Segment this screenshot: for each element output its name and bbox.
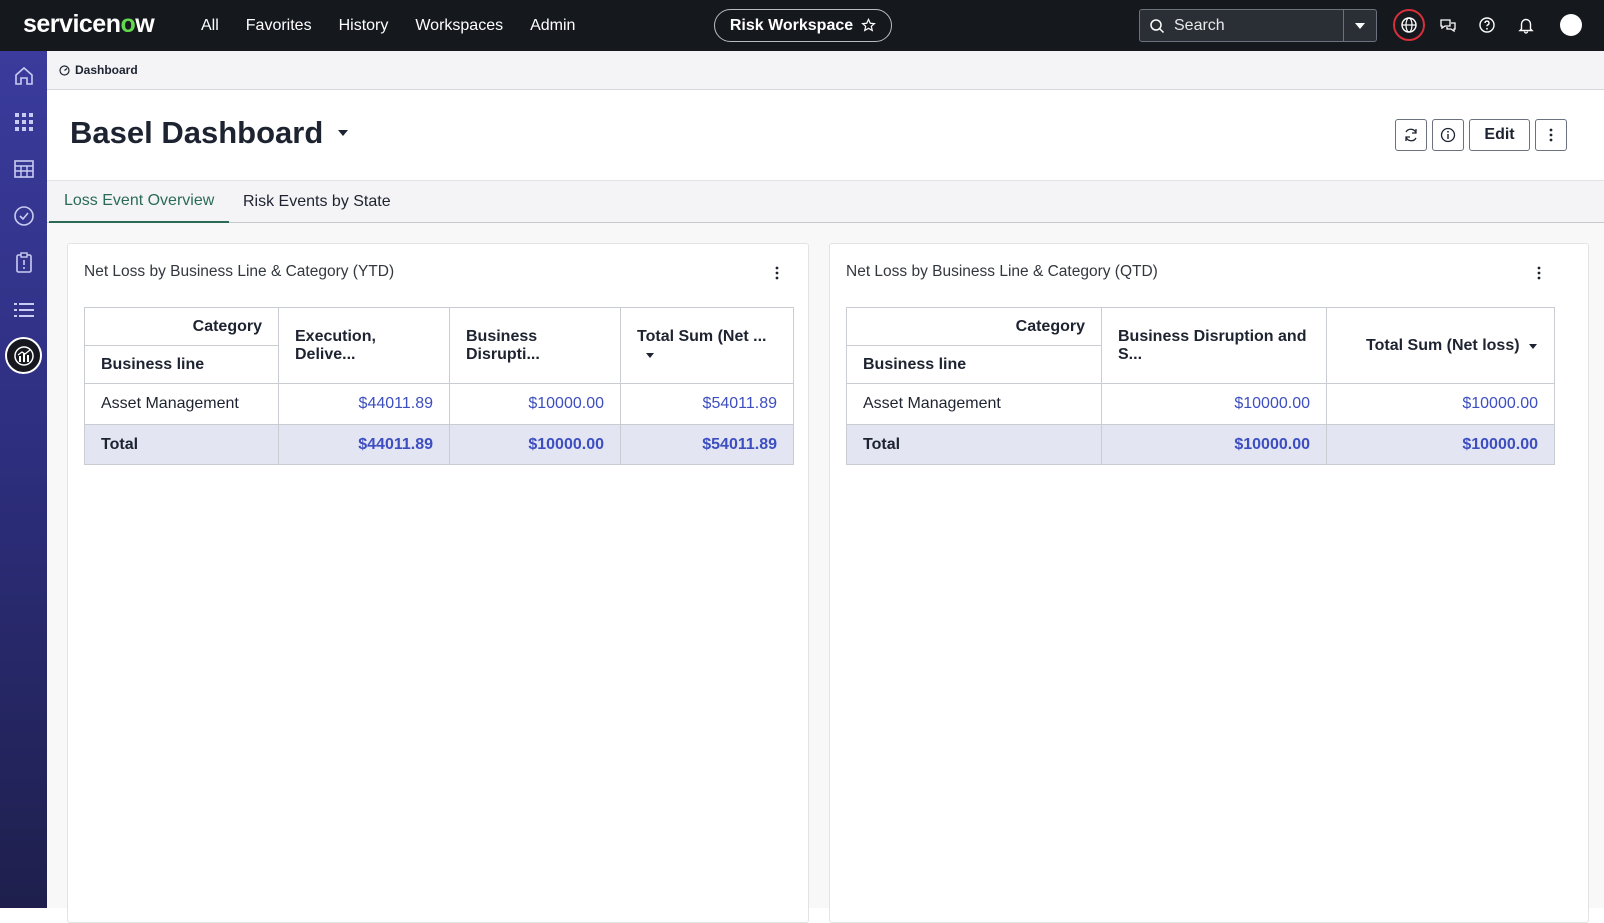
- edit-button[interactable]: Edit: [1469, 119, 1530, 151]
- row-label: Asset Management: [846, 383, 1102, 425]
- dashboard-icon: [59, 64, 70, 76]
- nav-admin[interactable]: Admin: [530, 17, 575, 35]
- more-vertical-icon: [1549, 128, 1553, 142]
- help-icon[interactable]: [1471, 9, 1503, 41]
- top-navigation-bar: servicenow All Favorites History Workspa…: [0, 0, 1604, 51]
- nav-workspaces[interactable]: Workspaces: [415, 17, 503, 35]
- search-scope-dropdown[interactable]: [1343, 10, 1376, 41]
- servicenow-logo[interactable]: servicenow: [23, 10, 155, 39]
- cell-value[interactable]: $10000.00: [1101, 383, 1327, 425]
- total-value[interactable]: $10000.00: [449, 424, 621, 465]
- bell-icon[interactable]: [1510, 9, 1542, 41]
- search-input[interactable]: [1174, 16, 1342, 35]
- workspace-name: Risk Workspace: [729, 16, 854, 34]
- page-title: Basel Dashboard: [70, 115, 324, 150]
- cell-value[interactable]: $54011.89: [620, 383, 794, 425]
- clipboard-icon[interactable]: [10, 249, 37, 276]
- column-header-sorted[interactable]: Total Sum (Net ...: [620, 307, 794, 384]
- table-icon[interactable]: [10, 155, 37, 182]
- business-line-header: Business line: [84, 345, 279, 384]
- breadcrumb-dashboard[interactable]: Dashboard: [75, 63, 138, 77]
- chat-icon[interactable]: [1432, 9, 1464, 41]
- widget-title: Net Loss by Business Line & Category (QT…: [846, 263, 1158, 280]
- tab-loss-event-overview[interactable]: Loss Event Overview: [49, 181, 230, 223]
- widget-more-button[interactable]: [769, 264, 785, 282]
- cell-value[interactable]: $10000.00: [449, 383, 621, 425]
- info-button[interactable]: [1432, 119, 1464, 151]
- column-header-sorted[interactable]: Total Sum (Net loss): [1326, 307, 1555, 384]
- workspace-pill[interactable]: Risk Workspace: [714, 9, 892, 42]
- nav-history[interactable]: History: [339, 17, 389, 35]
- total-label: Total: [84, 424, 279, 465]
- page-header: Basel Dashboard Edit: [47, 90, 1604, 181]
- analytics-icon[interactable]: [5, 337, 42, 374]
- widget-title: Net Loss by Business Line & Category (YT…: [84, 263, 395, 280]
- cell-value[interactable]: $44011.89: [278, 383, 450, 425]
- tab-risk-events-by-state[interactable]: Risk Events by State: [243, 181, 391, 223]
- dashboard-content: Net Loss by Business Line & Category (YT…: [47, 223, 1604, 923]
- caret-down-icon[interactable]: [337, 129, 349, 137]
- more-vertical-icon: [775, 266, 779, 280]
- nav-all[interactable]: All: [201, 17, 219, 35]
- dashboard-title[interactable]: Basel Dashboard: [70, 115, 349, 151]
- sidebar: [0, 51, 47, 908]
- total-value[interactable]: $10000.00: [1326, 424, 1555, 465]
- total-value[interactable]: $44011.89: [278, 424, 450, 465]
- global-search: [1139, 9, 1377, 42]
- total-value[interactable]: $54011.89: [620, 424, 794, 465]
- header-actions: Edit: [1395, 119, 1567, 151]
- more-options-button[interactable]: [1535, 119, 1567, 151]
- widget-card-ytd: Net Loss by Business Line & Category (YT…: [67, 243, 809, 923]
- total-label: Total: [846, 424, 1102, 465]
- category-header: Category: [84, 307, 279, 346]
- pivot-table: Category Execution, Delive... Business D…: [84, 307, 794, 465]
- list-icon[interactable]: [10, 296, 37, 323]
- column-header[interactable]: Execution, Delive...: [278, 307, 450, 384]
- top-utility-icons: [1393, 9, 1549, 41]
- nav-favorites[interactable]: Favorites: [246, 17, 312, 35]
- sort-down-icon: [646, 352, 654, 358]
- apps-grid-icon[interactable]: [10, 108, 37, 135]
- column-header[interactable]: Business Disruption and S...: [1101, 307, 1327, 384]
- pivot-table: Category Business Disruption and S... To…: [846, 307, 1555, 465]
- category-header: Category: [846, 307, 1102, 346]
- more-vertical-icon: [1537, 266, 1541, 280]
- sort-down-icon: [1529, 343, 1537, 349]
- refresh-button[interactable]: [1395, 119, 1427, 151]
- info-icon: [1440, 127, 1456, 143]
- search-icon: [1140, 18, 1174, 34]
- star-icon[interactable]: [861, 18, 877, 33]
- refresh-icon: [1405, 128, 1417, 142]
- check-circle-icon[interactable]: [10, 202, 37, 229]
- column-header[interactable]: Business Disrupti...: [449, 307, 621, 384]
- user-avatar[interactable]: [1560, 14, 1582, 36]
- widget-card-qtd: Net Loss by Business Line & Category (QT…: [829, 243, 1589, 923]
- main-nav: All Favorites History Workspaces Admin: [201, 0, 602, 51]
- cell-value[interactable]: $10000.00: [1326, 383, 1555, 425]
- breadcrumb: Dashboard: [47, 51, 1604, 90]
- business-line-header: Business line: [846, 345, 1102, 384]
- total-value[interactable]: $10000.00: [1101, 424, 1327, 465]
- widget-more-button[interactable]: [1531, 264, 1547, 282]
- home-icon[interactable]: [10, 62, 37, 89]
- dashboard-tabs: Loss Event Overview Risk Events by State: [47, 181, 1604, 223]
- row-label: Asset Management: [84, 383, 279, 425]
- chevron-down-icon: [1355, 22, 1365, 29]
- globe-icon[interactable]: [1393, 9, 1425, 41]
